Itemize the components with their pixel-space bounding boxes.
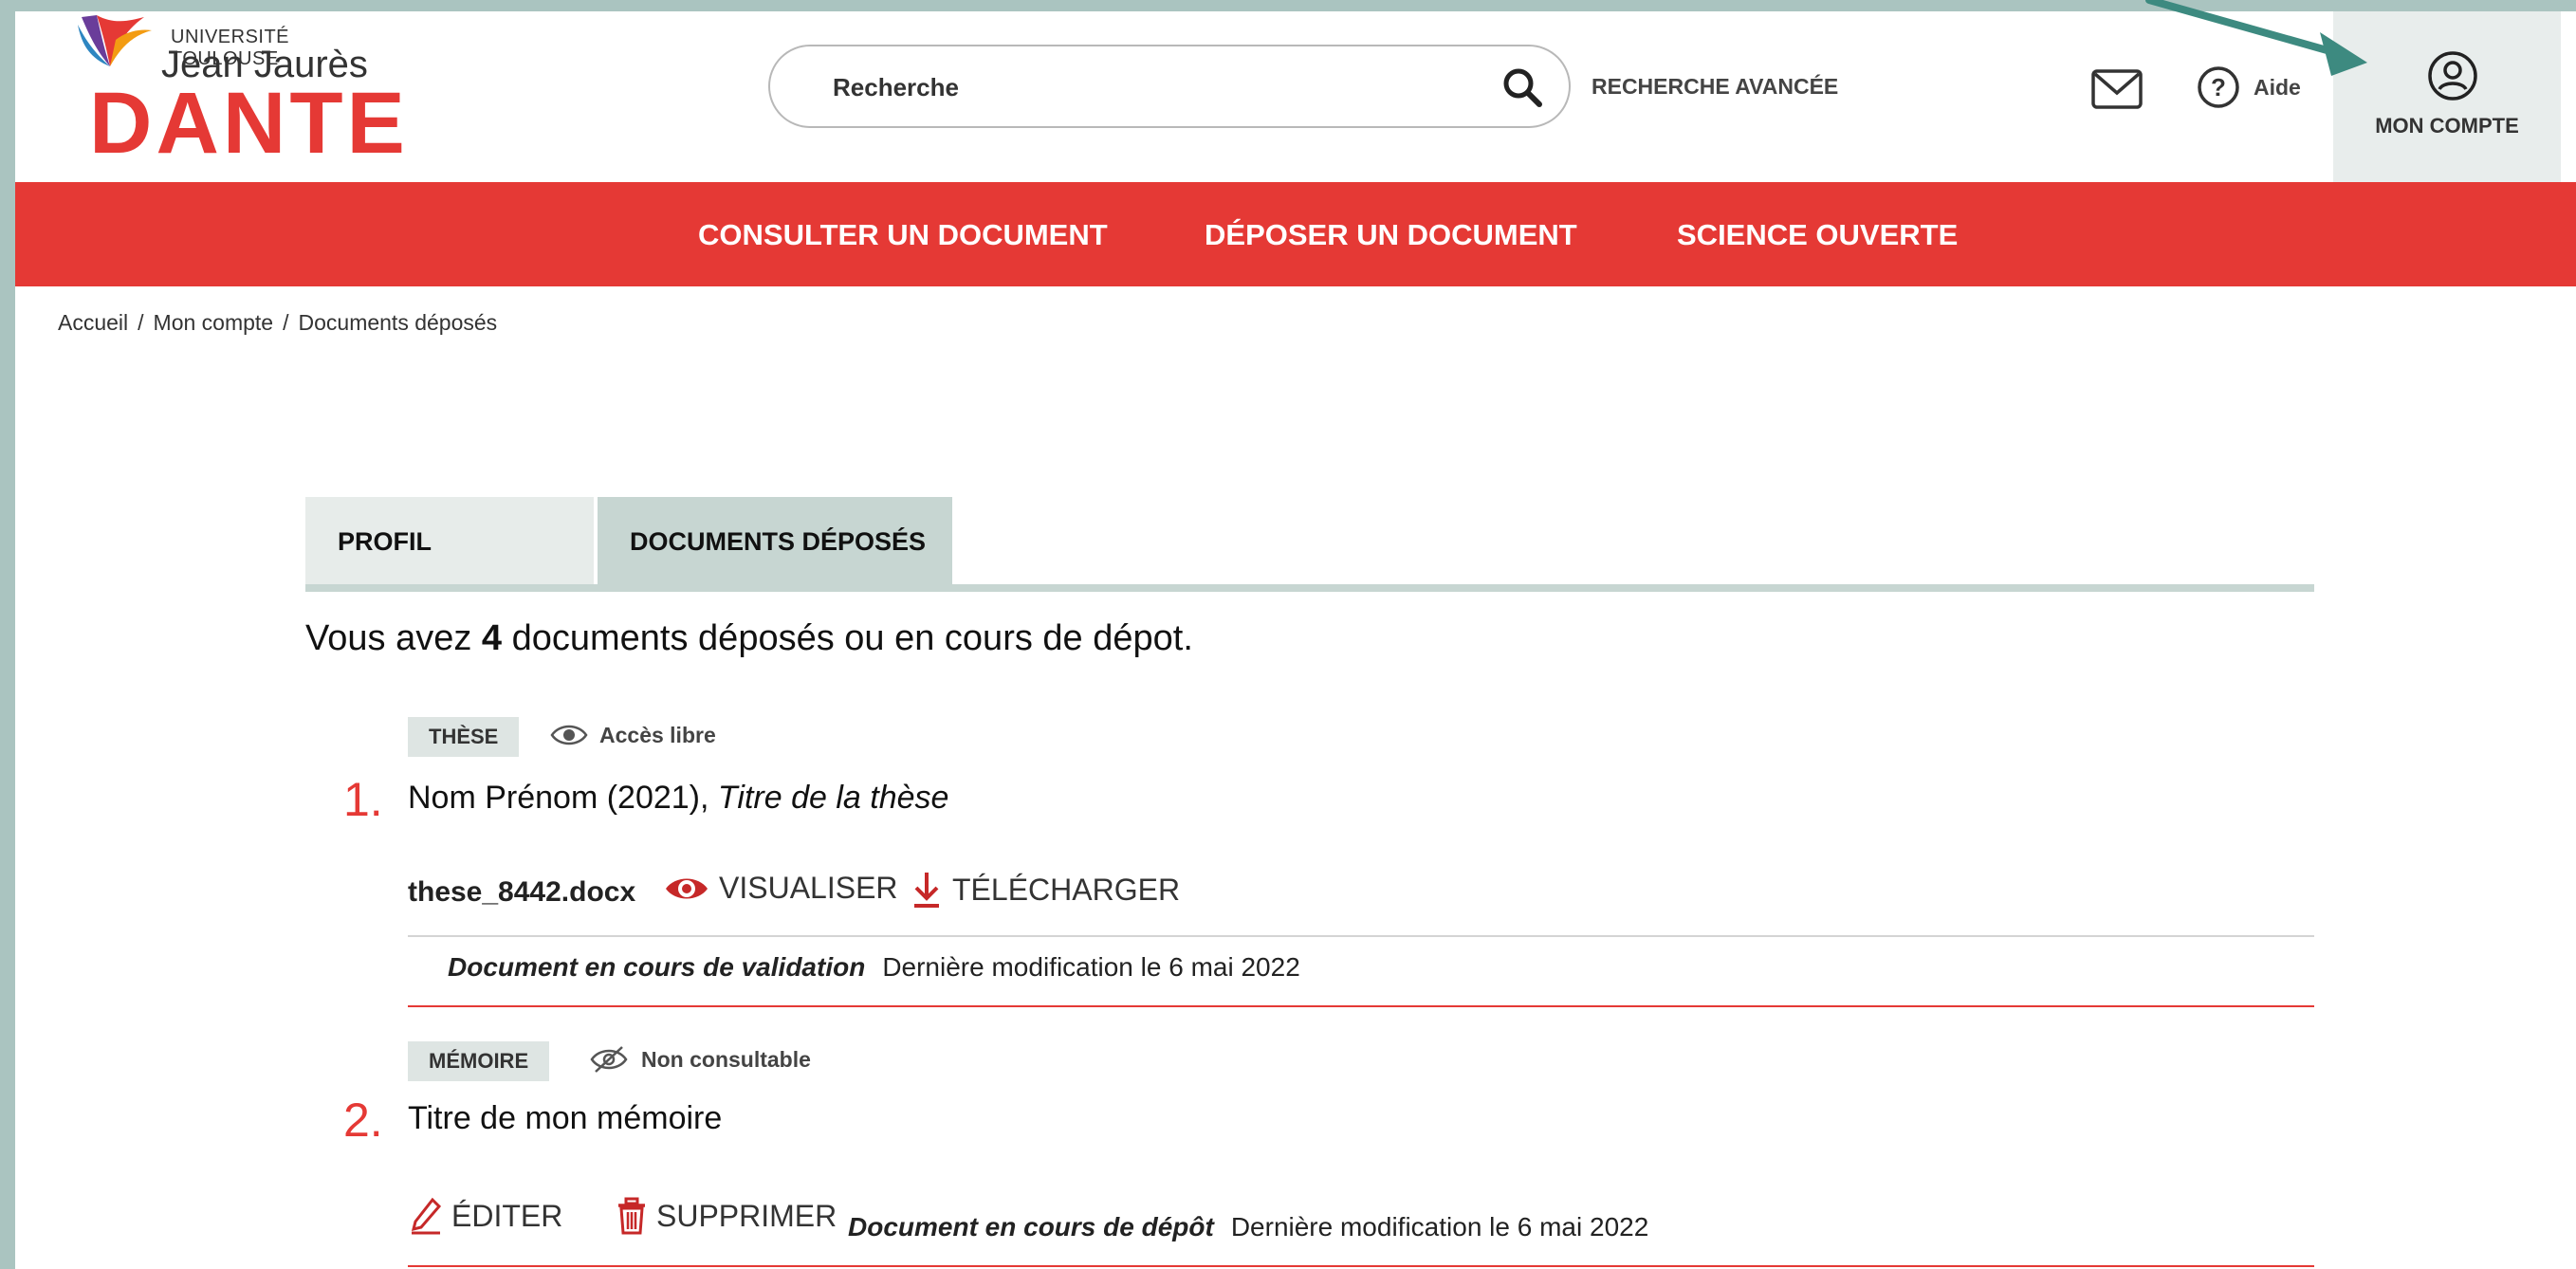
eye-off-icon [590, 1046, 628, 1073]
document-filename: these_8442.docx [408, 876, 636, 908]
document-type-badge: MÉMOIRE [408, 1041, 550, 1081]
document-author-year: Nom Prénom (2021), [408, 780, 709, 816]
document-title[interactable]: Titre de mon mémoire [408, 1100, 722, 1137]
tab-profile[interactable]: PROFIL [305, 497, 594, 584]
divider [408, 935, 2314, 937]
access-status: Accès libre [550, 721, 716, 749]
access-label: Accès libre [599, 722, 716, 747]
delete-label: SUPPRIMER [656, 1198, 837, 1233]
document-type-badge: THÈSE [408, 717, 520, 757]
pencil-icon [411, 1197, 442, 1235]
site-logo[interactable]: UNIVERSITÉ TOULOUSE Jean Jaurès DANTE [61, 11, 405, 173]
account-tabs: PROFIL DOCUMENTS DÉPOSÉS [305, 497, 2314, 592]
logo-app-name: DANTE [89, 75, 409, 172]
search-input[interactable] [831, 67, 1480, 107]
search-bar [768, 45, 1571, 128]
document-status: Document en cours de dépôt [848, 1212, 1214, 1241]
summary-prefix: Vous avez [305, 618, 472, 658]
edit-button[interactable]: ÉDITER [410, 1197, 562, 1235]
eye-icon [666, 878, 708, 898]
breadcrumb-home[interactable]: Accueil [58, 310, 128, 335]
document-separator [408, 1005, 2314, 1007]
summary-suffix: documents déposés ou en cours de dépot. [511, 618, 1193, 658]
documents-summary: Vous avez 4 documents déposés ou en cour… [305, 618, 1193, 659]
document-separator [408, 1265, 2314, 1267]
document-number: 2. [343, 1094, 383, 1147]
breadcrumb-account[interactable]: Mon compte [154, 310, 274, 335]
main-navbar: CONSULTER UN DOCUMENT DÉPOSER UN DOCUMEN… [15, 182, 2576, 286]
advanced-search-link[interactable]: RECHERCHE AVANCÉE [1592, 74, 1838, 100]
breadcrumb: Accueil / Mon compte / Documents déposés [58, 310, 498, 335]
document-modified: Dernière modification le 6 mai 2022 [882, 952, 1300, 982]
document-citation: Nom Prénom (2021), Titre de la thèse [408, 780, 948, 817]
document-status-line: Document en cours de dépôt Dernière modif… [848, 1212, 1648, 1242]
search-icon[interactable] [1500, 65, 1544, 109]
view-button[interactable]: VISUALISER [664, 871, 898, 906]
eye-icon [550, 725, 588, 745]
document-status: Document en cours de validation [448, 952, 866, 982]
account-label: MON COMPTE [2375, 114, 2519, 138]
university-logo-mark-icon [78, 15, 152, 66]
access-status: Non consultable [588, 1045, 811, 1074]
document-title[interactable]: Titre de la thèse [718, 780, 949, 816]
document-number: 1. [343, 773, 383, 826]
access-label: Non consultable [641, 1046, 811, 1072]
page: UNIVERSITÉ TOULOUSE Jean Jaurès DANTE RE… [15, 0, 2576, 1269]
download-button[interactable]: TÉLÉCHARGER [911, 871, 1180, 909]
view-label: VISUALISER [719, 871, 898, 905]
delete-button[interactable]: SUPPRIMER [616, 1197, 837, 1235]
documents-count: 4 [481, 618, 503, 658]
document-modified: Dernière modification le 6 mai 2022 [1230, 1212, 1649, 1241]
download-icon [914, 873, 939, 908]
annotation-arrow-icon [2145, 0, 2367, 76]
document-status-line: Document en cours de validation Dernière … [448, 952, 1300, 983]
nav-open-science[interactable]: SCIENCE OUVERTE [1677, 218, 1958, 252]
tab-deposited-documents[interactable]: DOCUMENTS DÉPOSÉS [598, 497, 952, 584]
breadcrumb-current: Documents déposés [298, 310, 498, 335]
edit-label: ÉDITER [451, 1198, 563, 1233]
trash-icon [618, 1197, 645, 1235]
nav-deposit-document[interactable]: DÉPOSER UN DOCUMENT [1205, 218, 1577, 252]
user-account-icon [2428, 51, 2477, 101]
download-label: TÉLÉCHARGER [952, 872, 1181, 907]
nav-consult-document[interactable]: CONSULTER UN DOCUMENT [698, 218, 1108, 252]
